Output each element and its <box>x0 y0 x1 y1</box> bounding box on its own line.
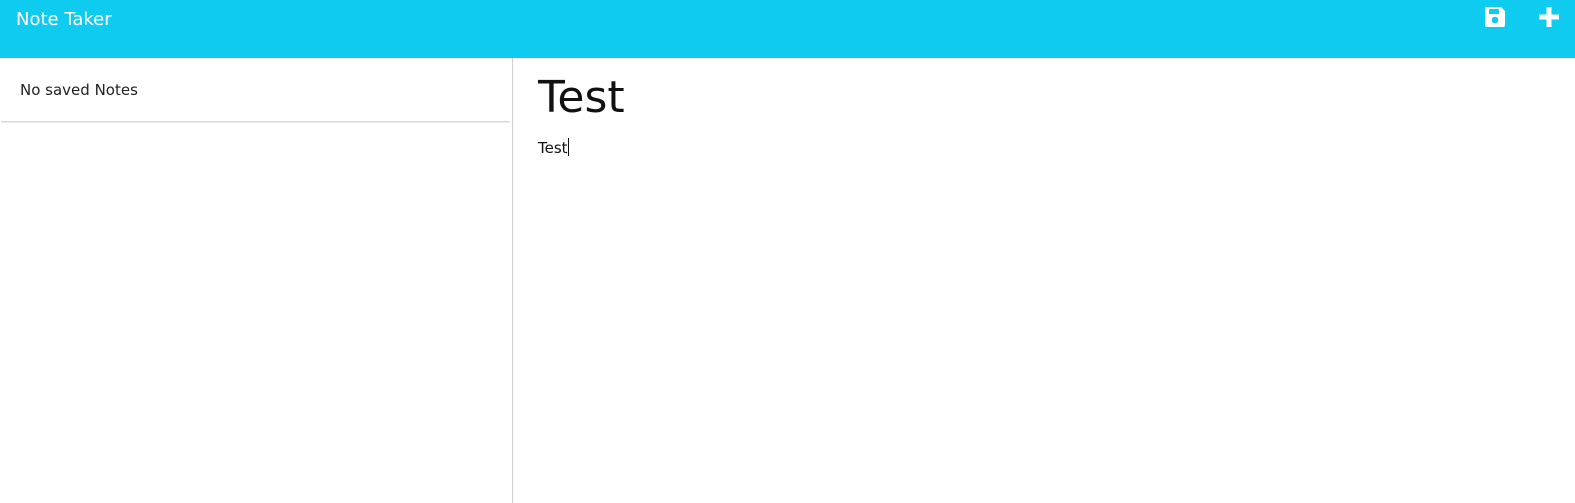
empty-notes-message: No saved Notes <box>1 58 510 122</box>
note-editor: Test <box>513 58 1575 503</box>
brand-link[interactable]: Note Taker <box>16 9 112 31</box>
navbar: Note Taker <box>0 0 1575 58</box>
saved-notes-sidebar: No saved Notes <box>0 58 513 503</box>
note-text-area[interactable]: Test <box>538 137 1538 477</box>
save-icon <box>1483 5 1507 33</box>
new-note-button[interactable] <box>1536 6 1562 32</box>
note-title-input[interactable] <box>538 72 1538 124</box>
note-list: No saved Notes <box>1 58 510 122</box>
plus-icon <box>1537 5 1561 33</box>
save-note-button[interactable] <box>1482 6 1508 32</box>
note-text-value: Test <box>538 139 568 157</box>
text-cursor <box>567 138 569 156</box>
